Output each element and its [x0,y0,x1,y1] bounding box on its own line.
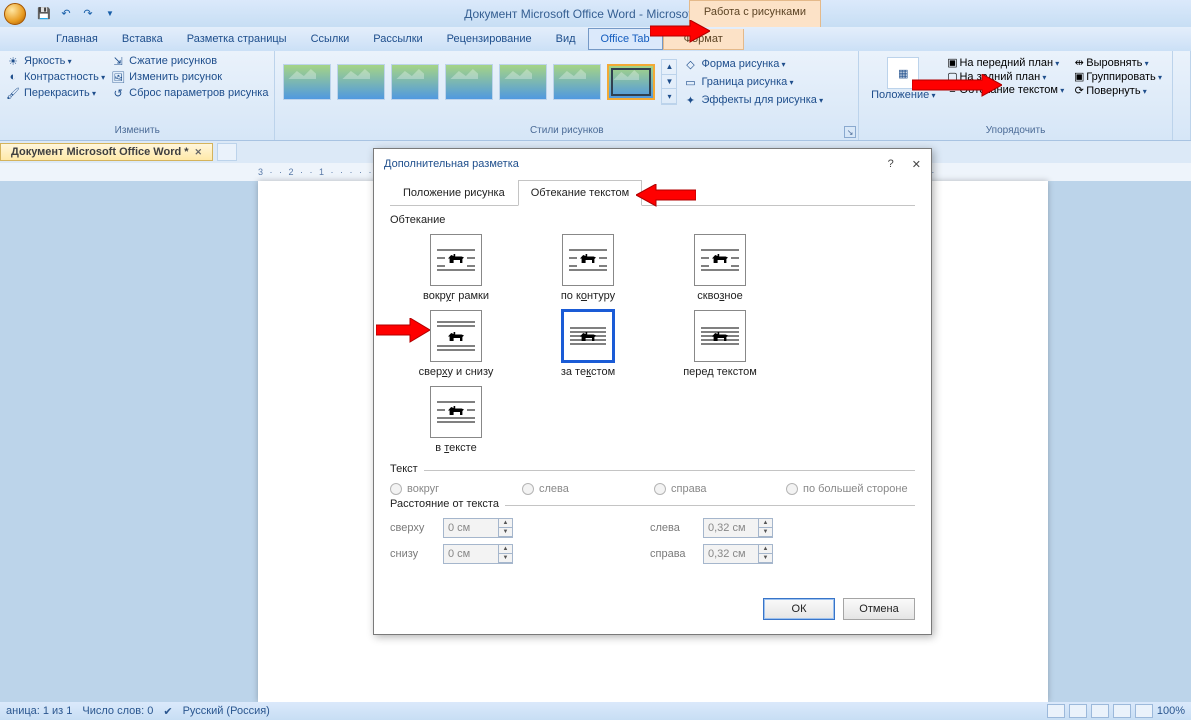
view-outline[interactable] [1113,704,1131,718]
bring-front-icon: ▣ [945,55,959,69]
group-styles-title: Стили рисунков [281,123,852,138]
redo-icon[interactable]: ↷ [80,6,96,22]
rotate-icon: ⟳ [1072,83,1086,97]
view-web[interactable] [1091,704,1109,718]
picture-styles-gallery[interactable]: ▲▼▾ [281,53,679,111]
view-print-layout[interactable] [1047,704,1065,718]
tab-references[interactable]: Ссылки [299,29,362,49]
help-icon[interactable]: ? [888,158,894,171]
status-zoom[interactable]: 100% [1157,705,1185,717]
new-tab-button[interactable] [217,143,237,161]
group-adjust-title: Изменить [6,123,268,138]
brightness-button[interactable]: ☀Яркость [6,53,105,69]
styles-launcher[interactable]: ↘ [844,126,856,138]
close-icon[interactable]: ✕ [912,158,921,171]
view-full-screen[interactable] [1069,704,1087,718]
advanced-layout-dialog: Дополнительная разметка ? ✕ Положение ри… [373,148,932,635]
border-icon: ▭ [683,75,697,89]
ok-button[interactable]: ОК [763,598,835,620]
status-lang[interactable]: Русский (Россия) [183,705,270,717]
group-icon: ▣ [1072,69,1086,83]
change-pic-button[interactable]: 🖼Изменить рисунок [111,69,268,85]
style-thumb[interactable] [445,64,493,100]
style-thumb[interactable] [553,64,601,100]
tab-home[interactable]: Главная [44,29,110,49]
picture-border-button[interactable]: ▭Граница рисунка [683,73,823,91]
office-orb[interactable] [4,3,26,25]
picture-shape-button[interactable]: ◇Форма рисунка [683,55,823,73]
recolor-button[interactable]: 🖌Перекрасить [6,85,105,101]
distance-section-label: Расстояние от текста [390,498,505,510]
wrap-option[interactable]: по контуру [522,234,654,302]
wrap-option[interactable]: за текстом [522,310,654,378]
gallery-scroll[interactable]: ▲▼▾ [661,59,677,105]
text-section-label: Текст [390,463,424,475]
radio-largest[interactable]: по большей стороне [786,483,908,495]
annotation-arrow [376,318,430,348]
rotate-button[interactable]: ⟳Повернуть [1072,83,1162,97]
status-words: Число слов: 0 [82,705,153,717]
document-tab[interactable]: Документ Microsoft Office Word * ✕ [0,143,213,161]
undo-icon[interactable]: ↶ [58,6,74,22]
style-thumb[interactable] [499,64,547,100]
contrast-icon: ◐ [6,70,20,84]
align-button[interactable]: ⇹Выровнять [1072,55,1162,69]
status-page: аница: 1 из 1 [6,705,72,717]
effects-icon: ✦ [683,93,697,107]
tab-review[interactable]: Рецензирование [435,29,544,49]
dialog-title: Дополнительная разметка [384,158,519,170]
compress-icon: ⇲ [111,54,125,68]
contrast-button[interactable]: ◐Контрастность [6,69,105,85]
style-thumb[interactable] [283,64,331,100]
wrap-option[interactable]: перед текстом [654,310,786,378]
cancel-button[interactable]: Отмена [843,598,915,620]
group-button[interactable]: ▣Группировать [1072,69,1162,83]
save-icon[interactable]: 💾 [36,6,52,22]
close-tab-icon[interactable]: ✕ [195,147,203,158]
style-thumb-selected[interactable] [607,64,655,100]
spinner-top[interactable]: 0 см▲▼ [443,518,513,538]
wrap-option[interactable]: сквозное [654,234,786,302]
qat-more-icon[interactable]: ▼ [102,6,118,22]
wrap-option[interactable]: в тексте [390,386,522,454]
view-draft[interactable] [1135,704,1153,718]
radio-around[interactable]: вокруг [390,483,522,495]
reset-pic-button[interactable]: ↺Сброс параметров рисунка [111,85,268,101]
change-pic-icon: 🖼 [111,70,125,84]
tab-insert[interactable]: Вставка [110,29,175,49]
compress-button[interactable]: ⇲Сжатие рисунков [111,53,268,69]
radio-right[interactable]: справа [654,483,786,495]
reset-icon: ↺ [111,86,125,100]
picture-effects-button[interactable]: ✦Эффекты для рисунка [683,91,823,109]
recolor-icon: 🖌 [6,86,20,100]
spinner-bottom[interactable]: 0 см▲▼ [443,544,513,564]
tab-view[interactable]: Вид [544,29,588,49]
tab-text-wrapping[interactable]: Обтекание текстом [518,180,643,206]
tab-picture-position[interactable]: Положение рисунка [390,180,518,206]
tab-mailings[interactable]: Рассылки [361,29,434,49]
annotation-arrow [650,20,710,48]
spinner-left[interactable]: 0,32 см▲▼ [703,518,773,538]
annotation-arrow [636,184,696,212]
proofing-icon[interactable]: ✔ [163,705,172,718]
wrap-option[interactable]: вокруг рамки [390,234,522,302]
spinner-right[interactable]: 0,32 см▲▼ [703,544,773,564]
radio-left[interactable]: слева [522,483,654,495]
style-thumb[interactable] [391,64,439,100]
group-arrange-title: Упорядочить [865,123,1166,138]
window-title: Документ Microsoft Office Word - Microso… [464,7,727,21]
tab-layout[interactable]: Разметка страницы [175,29,299,49]
shape-icon: ◇ [683,57,697,71]
bring-front-button[interactable]: ▣На передний план [945,55,1064,69]
brightness-icon: ☀ [6,54,20,68]
align-icon: ⇹ [1072,55,1086,69]
wrap-section-label: Обтекание [390,214,915,226]
annotation-arrow [912,74,1002,102]
style-thumb[interactable] [337,64,385,100]
